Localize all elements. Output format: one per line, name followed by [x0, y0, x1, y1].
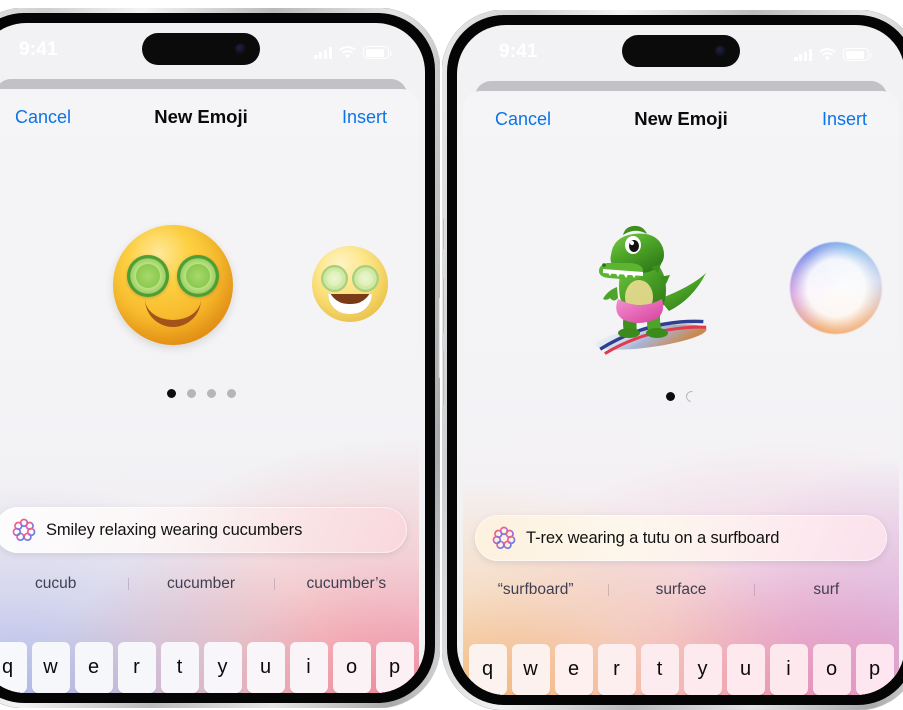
- volume-down-button[interactable]: [442, 350, 444, 406]
- page-dot[interactable]: [665, 392, 675, 401]
- battery-icon: [363, 46, 392, 59]
- keyboard-suggestion-bar: “surfboard” surface surf: [463, 573, 899, 607]
- sheet-navigation-bar: Cancel New Emoji Insert: [463, 91, 899, 147]
- prompt-value: Smiley relaxing wearing cucumbers: [46, 520, 303, 539]
- emoji-result-peek[interactable]: [781, 233, 891, 343]
- page-dots[interactable]: [0, 389, 419, 398]
- key-y[interactable]: y: [683, 644, 722, 695]
- wifi-icon: [819, 48, 836, 61]
- apple-intelligence-icon: [11, 517, 37, 543]
- scene-root: 9:41 Cancel New Emoji Insert Smiley rela…: [0, 0, 903, 710]
- key-r[interactable]: r: [597, 644, 636, 695]
- phone-body: 9:41: [447, 15, 903, 705]
- insert-button[interactable]: Insert: [822, 110, 867, 128]
- insert-button[interactable]: Insert: [342, 108, 387, 126]
- phone-right: 9:41 Cancel New Emoji Insert T-rex weari…: [442, 10, 903, 710]
- prompt-input[interactable]: T-rex wearing a tutu on a surfboard: [475, 515, 887, 561]
- dynamic-island: [142, 33, 260, 65]
- smiley-with-cucumber-slices-icon: [113, 225, 233, 345]
- status-icons: [314, 41, 392, 59]
- onscreen-keyboard[interactable]: q w e r t y u i o p: [0, 637, 419, 693]
- onscreen-keyboard[interactable]: q w e r t y u i o p: [463, 639, 899, 695]
- page-dot[interactable]: [226, 389, 236, 398]
- status-time: 9:41: [19, 39, 58, 60]
- new-emoji-sheet: Cancel New Emoji Insert: [0, 89, 419, 693]
- apple-intelligence-icon: [491, 525, 517, 551]
- wifi-icon: [339, 46, 356, 59]
- suggestion-item[interactable]: cucub: [0, 575, 128, 593]
- dynamic-island: [622, 35, 740, 67]
- signal-bars-icon: [314, 46, 332, 59]
- emoji-result-primary[interactable]: [93, 205, 253, 365]
- emoji-result-peek[interactable]: [295, 229, 405, 339]
- key-u[interactable]: u: [726, 644, 765, 695]
- key-i[interactable]: i: [769, 644, 808, 695]
- emoji-carousel[interactable]: [0, 193, 419, 383]
- prompt-value: T-rex wearing a tutu on a surfboard: [526, 528, 780, 547]
- emoji-result-primary[interactable]: [563, 201, 733, 371]
- suggestion-item[interactable]: surf: [753, 581, 899, 599]
- sheet-navigation-bar: Cancel New Emoji Insert: [0, 89, 419, 145]
- status-bar: 9:41: [0, 23, 425, 81]
- battery-icon: [843, 48, 872, 61]
- silent-switch[interactable]: [442, 218, 444, 250]
- new-emoji-sheet: Cancel New Emoji Insert: [463, 91, 899, 695]
- emoji-carousel[interactable]: [463, 195, 899, 385]
- page-dot[interactable]: [206, 389, 216, 398]
- key-e[interactable]: e: [554, 644, 593, 695]
- status-icons: [794, 43, 872, 61]
- front-camera-icon: [715, 45, 726, 57]
- key-q[interactable]: q: [468, 644, 507, 695]
- phone-left: 9:41 Cancel New Emoji Insert Smiley rela…: [0, 8, 440, 708]
- generating-placeholder-bubble-icon: [790, 242, 882, 334]
- prompt-input[interactable]: Smiley relaxing wearing cucumbers: [0, 507, 407, 553]
- smiling-face-with-cucumber-slices-icon: [312, 246, 388, 322]
- page-dot-loading[interactable]: [683, 388, 699, 405]
- signal-bars-icon: [794, 48, 812, 61]
- suggestion-item[interactable]: cucumber: [128, 575, 273, 593]
- key-p[interactable]: p: [855, 644, 894, 695]
- t-rex-in-tutu-on-surfboard-icon: [595, 225, 707, 355]
- status-time: 9:41: [499, 41, 538, 62]
- page-dot[interactable]: [166, 389, 176, 398]
- phone-screen: 9:41: [457, 25, 903, 695]
- keyboard-suggestion-bar: cucub cucumber cucumber’s: [0, 567, 419, 601]
- key-t[interactable]: t: [640, 644, 679, 695]
- power-button[interactable]: [438, 298, 440, 378]
- key-w[interactable]: w: [511, 644, 550, 695]
- suggestion-item[interactable]: surface: [608, 581, 753, 599]
- phone-body: 9:41: [0, 13, 435, 703]
- page-dot[interactable]: [186, 389, 196, 398]
- status-bar: 9:41: [457, 25, 903, 83]
- phone-screen: 9:41: [0, 23, 425, 693]
- front-camera-icon: [235, 43, 246, 55]
- page-dots[interactable]: [463, 388, 899, 405]
- volume-up-button[interactable]: [442, 278, 444, 334]
- suggestion-item[interactable]: “surfboard”: [463, 581, 608, 599]
- key-o[interactable]: o: [812, 644, 851, 695]
- suggestion-item[interactable]: cucumber’s: [273, 575, 419, 593]
